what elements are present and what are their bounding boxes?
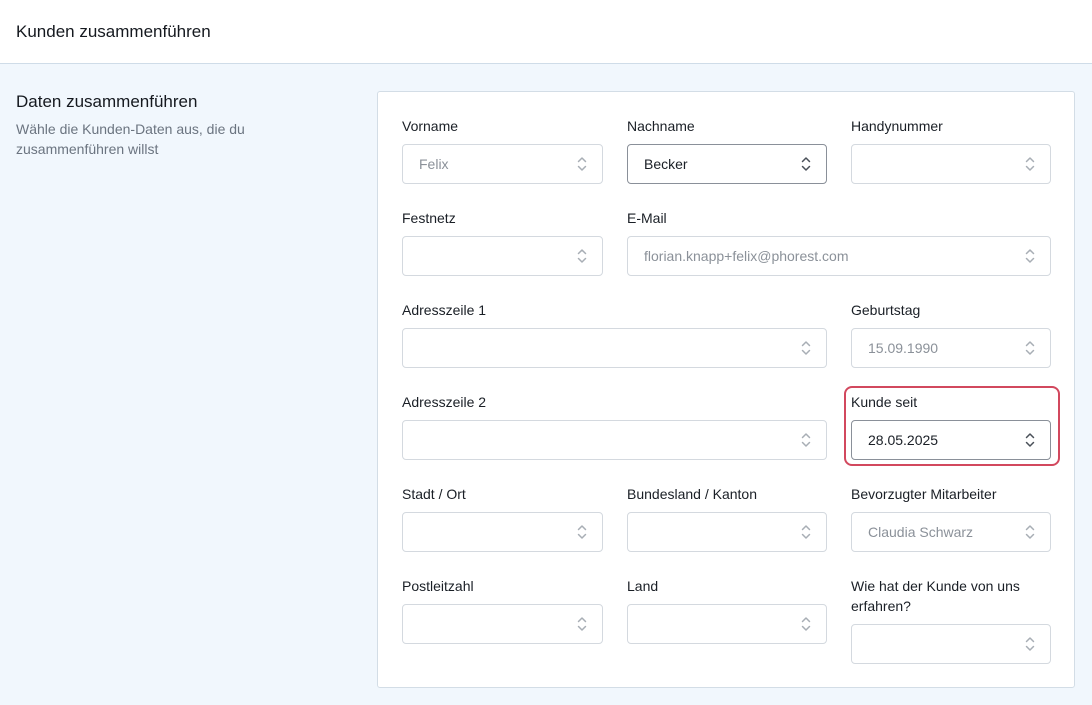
adresszeile-1-label: Adresszeile 1 xyxy=(402,302,487,318)
section-title: Daten zusammenführen xyxy=(16,92,198,111)
kunde-seit-select[interactable]: 28.05.2025 xyxy=(851,420,1051,460)
chevron-up-down-icon xyxy=(801,341,811,355)
kunde-seit-label: Kunde seit xyxy=(851,394,918,410)
field-nachname: Nachname Becker xyxy=(627,116,827,184)
handynummer-select[interactable] xyxy=(851,144,1051,184)
land-label: Land xyxy=(627,578,659,594)
mitarbeiter-label: Bevorzugter Mitarbeiter xyxy=(851,486,997,502)
field-quelle: Wie hat der Kunde von uns erfahren? xyxy=(851,576,1051,664)
chevron-up-down-icon xyxy=(577,525,587,539)
email-select[interactable]: florian.knapp+felix@phorest.com xyxy=(627,236,1051,276)
festnetz-select[interactable] xyxy=(402,236,603,276)
bundesland-select[interactable] xyxy=(627,512,827,552)
field-handynummer: Handynummer xyxy=(851,116,1051,184)
chevron-up-down-icon xyxy=(1025,433,1035,447)
adresszeile-2-label: Adresszeile 2 xyxy=(402,394,487,410)
adresszeile-1-select[interactable] xyxy=(402,328,827,368)
festnetz-label: Festnetz xyxy=(402,210,456,226)
chevron-up-down-icon xyxy=(801,525,811,539)
nachname-value: Becker xyxy=(644,156,688,172)
field-geburtstag: Geburtstag 15.09.1990 xyxy=(851,300,1051,368)
mitarbeiter-value: Claudia Schwarz xyxy=(868,524,974,540)
mitarbeiter-select[interactable]: Claudia Schwarz xyxy=(851,512,1051,552)
vorname-value: Felix xyxy=(419,156,449,172)
geburtstag-select[interactable]: 15.09.1990 xyxy=(851,328,1051,368)
chevron-up-down-icon xyxy=(1025,637,1035,651)
field-postleitzahl: Postleitzahl xyxy=(402,576,603,644)
stadt-label: Stadt / Ort xyxy=(402,486,466,502)
chevron-up-down-icon xyxy=(577,249,587,263)
quelle-label-line2: erfahren? xyxy=(851,598,911,614)
vorname-label: Vorname xyxy=(402,118,459,134)
geburtstag-value: 15.09.1990 xyxy=(868,340,939,356)
field-land: Land xyxy=(627,576,827,644)
field-stadt: Stadt / Ort xyxy=(402,484,603,552)
chevron-up-down-icon xyxy=(801,157,811,171)
page-header: Kunden zusammenführen xyxy=(0,0,1092,64)
page-title: Kunden zusammenführen xyxy=(16,22,211,41)
chevron-up-down-icon xyxy=(1025,525,1035,539)
field-email: E-Mail florian.knapp+felix@phorest.com xyxy=(627,208,1051,276)
field-kunde-seit: Kunde seit 28.05.2025 xyxy=(851,392,1051,460)
field-bevorzugter-mitarbeiter: Bevorzugter Mitarbeiter Claudia Schwarz xyxy=(851,484,1051,552)
land-select[interactable] xyxy=(627,604,827,644)
chevron-up-down-icon xyxy=(577,157,587,171)
nachname-label: Nachname xyxy=(627,118,695,134)
chevron-up-down-icon xyxy=(1025,249,1035,263)
stadt-select[interactable] xyxy=(402,512,603,552)
chevron-up-down-icon xyxy=(1025,341,1035,355)
field-vorname: Vorname Felix xyxy=(402,116,603,184)
handynummer-label: Handynummer xyxy=(851,118,943,134)
merge-form-card: Vorname Felix Nachname Becker Handynumme… xyxy=(377,91,1075,688)
vorname-select[interactable]: Felix xyxy=(402,144,603,184)
postleitzahl-label: Postleitzahl xyxy=(402,578,474,594)
geburtstag-label: Geburtstag xyxy=(851,302,921,318)
nachname-select[interactable]: Becker xyxy=(627,144,827,184)
chevron-up-down-icon xyxy=(577,617,587,631)
chevron-up-down-icon xyxy=(801,433,811,447)
chevron-up-down-icon xyxy=(801,617,811,631)
field-bundesland: Bundesland / Kanton xyxy=(627,484,827,552)
bundesland-label: Bundesland / Kanton xyxy=(627,486,757,502)
quelle-label: Wie hat der Kunde von uns erfahren? xyxy=(851,576,1020,616)
email-value: florian.knapp+felix@phorest.com xyxy=(644,248,849,264)
email-label: E-Mail xyxy=(627,210,667,226)
field-adresszeile-1: Adresszeile 1 xyxy=(402,300,827,368)
adresszeile-2-select[interactable] xyxy=(402,420,827,460)
kunde-seit-value: 28.05.2025 xyxy=(868,432,939,448)
quelle-select[interactable] xyxy=(851,624,1051,664)
postleitzahl-select[interactable] xyxy=(402,604,603,644)
quelle-label-line1: Wie hat der Kunde von uns xyxy=(851,578,1020,594)
field-festnetz: Festnetz xyxy=(402,208,603,276)
section-description: Wähle die Kunden-Daten aus, die du zusam… xyxy=(16,121,245,157)
field-adresszeile-2: Adresszeile 2 xyxy=(402,392,827,460)
chevron-up-down-icon xyxy=(1025,157,1035,171)
